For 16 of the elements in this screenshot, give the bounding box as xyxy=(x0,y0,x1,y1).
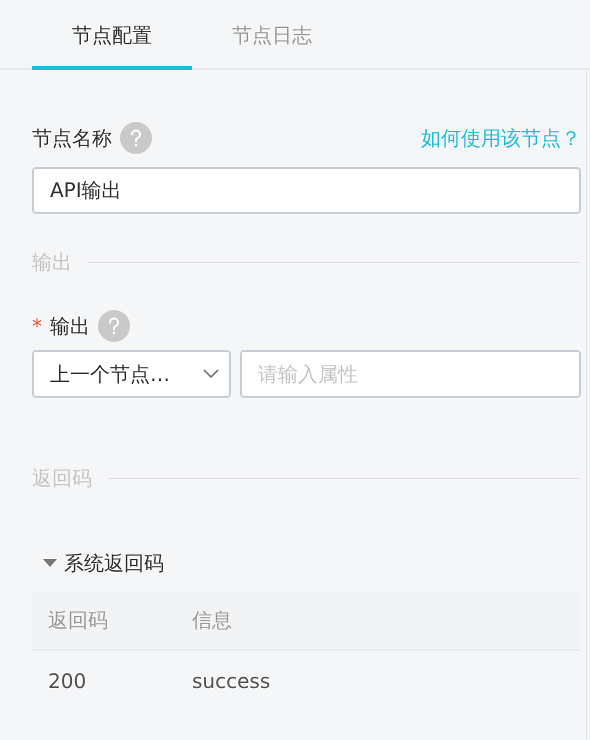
column-header: 返回码 xyxy=(47,607,109,634)
tab[interactable]: 节点配置 xyxy=(32,0,192,70)
table-cell-text: success xyxy=(192,668,270,695)
caret-down-icon[interactable] xyxy=(42,558,58,568)
attribute-input-field[interactable]: 请输入属性 xyxy=(240,350,581,398)
help-icon[interactable] xyxy=(120,122,152,154)
name-input-field[interactable]: API输出 xyxy=(32,167,581,214)
help-icon[interactable] xyxy=(98,310,130,342)
field-label: 节点名称 xyxy=(32,125,112,152)
table-cell-text: 200 xyxy=(47,668,88,695)
required-mark: * xyxy=(32,313,42,340)
column-header: 信息 xyxy=(192,607,232,634)
field-label: 输出 xyxy=(50,313,90,340)
node-select[interactable]: 上一个节点… xyxy=(32,350,231,398)
chevron-down-icon xyxy=(203,369,219,379)
group-title: 系统返回码 xyxy=(64,550,164,577)
